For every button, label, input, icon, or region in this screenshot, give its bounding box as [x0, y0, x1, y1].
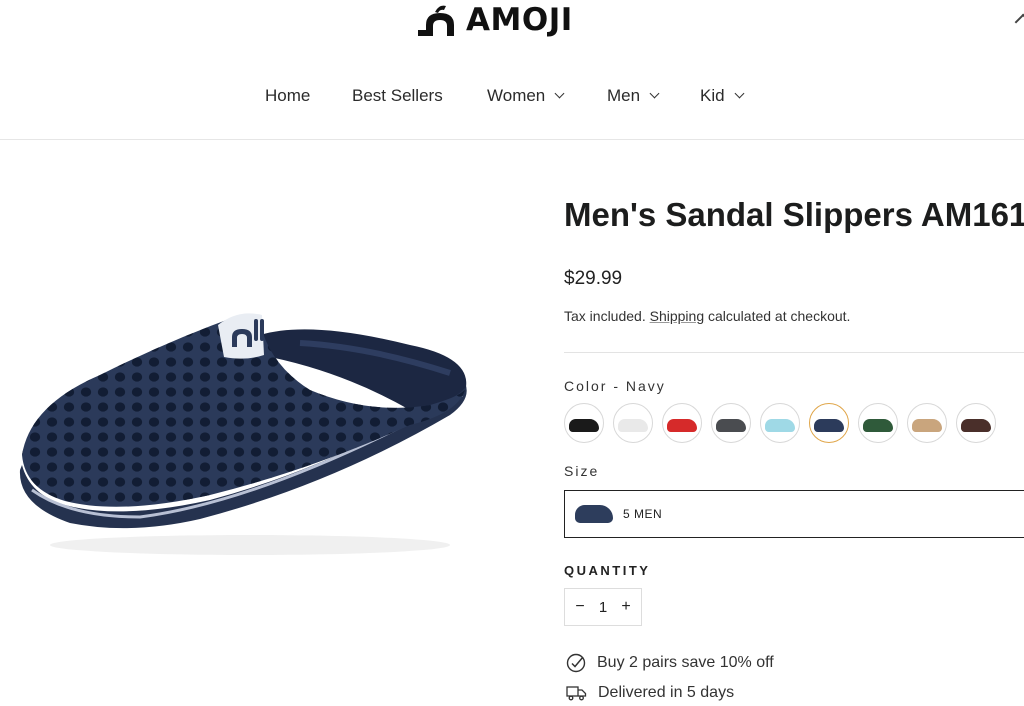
- quantity-label: QUANTITY: [564, 563, 651, 578]
- chevron-down-icon: [554, 88, 565, 99]
- nav-kid[interactable]: Kid: [700, 80, 745, 112]
- chevron-down-icon: [649, 88, 660, 99]
- nav-best-sellers-label: Best Sellers: [352, 86, 443, 105]
- edge-arrow-icon: [1014, 13, 1024, 27]
- header-divider: [0, 139, 1024, 140]
- feature-delivery: Delivered in 5 days: [566, 684, 734, 702]
- nav-home-label: Home: [265, 86, 311, 105]
- brand-logo[interactable]: AMOJI: [418, 2, 573, 38]
- info-divider: [564, 352, 1024, 353]
- size-label: Size: [564, 463, 600, 479]
- size-option[interactable]: 5 MEN: [564, 490, 1024, 538]
- logo-mark-icon: [418, 5, 454, 36]
- color-swatch-light-blue[interactable]: [760, 403, 800, 443]
- size-thumbnail: [575, 505, 613, 523]
- swatch-shoe-thumbnail: [814, 418, 844, 432]
- chevron-down-icon: [734, 88, 745, 99]
- swatch-shoe-thumbnail: [569, 418, 599, 432]
- color-swatch-khaki[interactable]: [907, 403, 947, 443]
- quantity-decrease-button[interactable]: −: [573, 598, 587, 616]
- tax-note-prefix: Tax included.: [564, 308, 650, 324]
- check-circle-icon: [566, 653, 586, 673]
- color-swatch-white[interactable]: [613, 403, 653, 443]
- color-swatch-brown[interactable]: [956, 403, 996, 443]
- swatch-shoe-thumbnail: [765, 418, 795, 432]
- quantity-input[interactable]: 1: [599, 599, 607, 616]
- swatch-shoe-thumbnail: [618, 418, 648, 432]
- product-price: $29.99: [564, 268, 623, 289]
- nav-best-sellers[interactable]: Best Sellers: [352, 80, 443, 112]
- color-label: Color - Navy: [564, 378, 666, 394]
- swatch-shoe-thumbnail: [716, 418, 746, 432]
- swatch-shoe-thumbnail: [961, 418, 991, 432]
- quantity-increase-button[interactable]: +: [619, 598, 633, 616]
- color-swatch-black[interactable]: [564, 403, 604, 443]
- nav-women-label: Women: [487, 86, 546, 105]
- logo-text: AMOJI: [466, 2, 573, 38]
- nav-men-label: Men: [607, 86, 641, 105]
- color-swatch-red[interactable]: [662, 403, 702, 443]
- main-nav: Home Best Sellers Women Men Kid: [0, 80, 1024, 112]
- swatch-shoe-thumbnail: [863, 418, 893, 432]
- tax-note: Tax included. Shipping calculated at che…: [564, 308, 850, 324]
- tax-note-suffix: calculated at checkout.: [704, 308, 851, 324]
- nav-women[interactable]: Women: [487, 80, 565, 112]
- swatch-shoe-thumbnail: [912, 418, 942, 432]
- product-image[interactable]: [10, 295, 480, 565]
- quantity-stepper: − 1 +: [564, 588, 642, 626]
- color-swatches: [564, 403, 996, 443]
- color-swatch-green[interactable]: [858, 403, 898, 443]
- color-swatch-navy[interactable]: [809, 403, 849, 443]
- size-value: 5 MEN: [623, 507, 663, 521]
- nav-kid-label: Kid: [700, 86, 725, 105]
- shipping-link[interactable]: Shipping: [650, 308, 705, 324]
- feature-bundle-text: Buy 2 pairs save 10% off: [597, 654, 774, 671]
- color-swatch-gray[interactable]: [711, 403, 751, 443]
- truck-icon: [566, 686, 587, 701]
- feature-delivery-text: Delivered in 5 days: [598, 684, 735, 701]
- nav-home[interactable]: Home: [265, 80, 310, 112]
- swatch-shoe-thumbnail: [667, 418, 697, 432]
- product-title: Men's Sandal Slippers AM161: [564, 196, 1024, 233]
- nav-men[interactable]: Men: [607, 80, 660, 112]
- feature-bundle-discount: Buy 2 pairs save 10% off: [566, 653, 774, 673]
